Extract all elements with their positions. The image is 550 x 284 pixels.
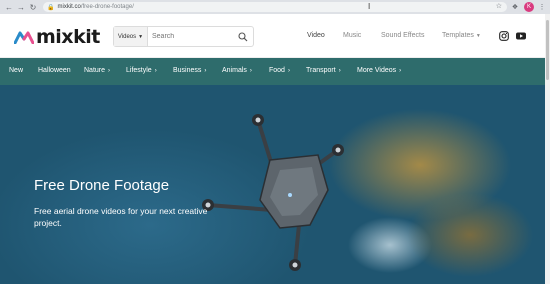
extensions-icon[interactable]: ❖ [510,2,520,12]
category-transport[interactable]: Transport › [306,67,341,74]
bookmark-star-icon[interactable]: ☆ [496,2,502,12]
mixkit-logo[interactable]: mixkit [14,26,100,48]
search-input[interactable] [148,33,236,40]
chevron-right-icon: › [287,68,290,74]
chevron-right-icon: › [204,68,207,74]
category-more-videos-label: More Videos [357,67,397,74]
category-halloween[interactable]: Halloween [38,67,71,74]
browser-menu-icon[interactable]: ⋮ [537,2,547,12]
chevron-right-icon: › [154,68,157,74]
url-path: /free-drone-footage/ [80,4,134,10]
url-text: mixkit.co/free-drone-footage/ [57,4,133,10]
chevron-right-icon: › [399,68,402,74]
category-nav-bar: New Halloween Nature › Lifestyle › Busines… [0,58,550,85]
search-icon[interactable] [238,31,248,42]
url-host: mixkit.co [57,4,81,10]
category-more-videos[interactable]: More Videos › [357,67,401,74]
category-transport-label: Transport [306,67,336,74]
youtube-icon[interactable] [516,31,526,41]
caret-down-icon: ▼ [138,33,144,40]
hero-title: Free Drone Footage [34,177,170,194]
lock-icon: 🔒 [47,4,55,11]
profile-avatar[interactable]: K [524,2,534,12]
nav-sound-effects-link[interactable]: Sound Effects [381,32,424,39]
chevron-down-icon: ▼ [475,33,481,39]
category-food[interactable]: Food › [269,67,290,74]
nav-templates-label: Templates [442,32,474,39]
instagram-icon[interactable] [499,31,509,41]
category-nature-label: Nature [84,67,106,74]
category-business[interactable]: Business › [173,67,206,74]
nav-music-link[interactable]: Music [343,32,361,39]
text-cursor-icon: I [368,2,371,11]
category-business-label: Business [173,67,202,74]
hero-subtitle: Free aerial drone videos for your next c… [34,206,208,228]
scrollbar-thumb[interactable] [546,20,549,80]
nav-templates-link[interactable]: Templates ▼ [442,32,481,39]
chevron-right-icon: › [338,68,341,74]
search-category-select[interactable]: Videos ▼ [114,27,148,46]
drone-image [202,114,344,271]
back-icon[interactable]: ← [3,0,15,14]
search-category-label: Videos [117,33,137,40]
category-lifestyle-label: Lifestyle [126,67,152,74]
category-food-label: Food [269,67,285,74]
chevron-right-icon: › [108,68,111,74]
forward-icon[interactable]: → [15,0,27,14]
chevron-right-icon: › [249,68,252,74]
logo-text: mixkit [36,26,100,48]
category-animals-label: Animals [222,67,247,74]
category-lifestyle[interactable]: Lifestyle › [126,67,157,74]
search-bar: Videos ▼ [113,26,254,47]
reload-icon[interactable]: ↻ [27,0,39,14]
page-scrollbar[interactable] [545,14,550,284]
logo-mark-icon [14,31,34,44]
hero-banner: Free Drone Footage Free aerial drone vid… [0,85,550,284]
category-nature[interactable]: Nature › [84,67,110,74]
nav-video-link[interactable]: Video [307,32,325,39]
site-header: mixkit Videos▼ Video Music Sound Effects… [0,14,550,58]
category-animals[interactable]: Animals › [222,67,252,74]
address-bar[interactable]: 🔒 mixkit.co/free-drone-footage/ ☆ [43,2,507,12]
category-new[interactable]: New [9,67,23,74]
